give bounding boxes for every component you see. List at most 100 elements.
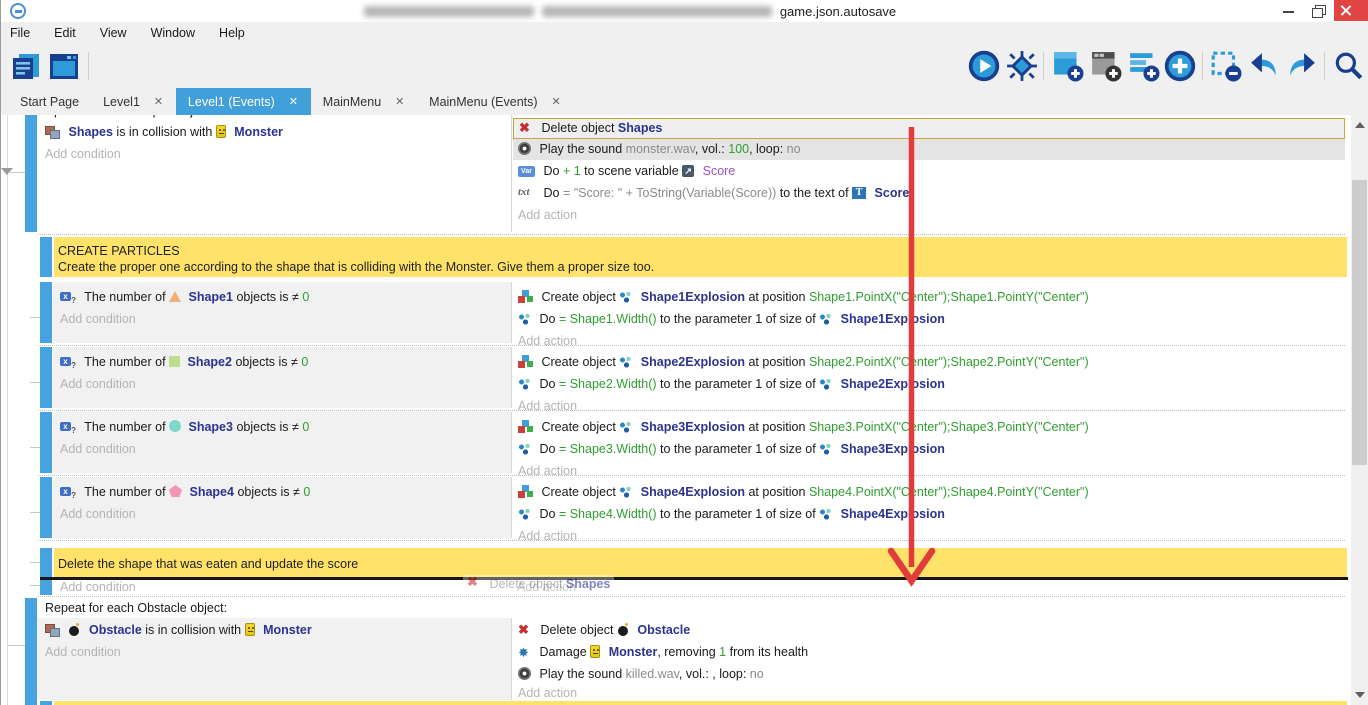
comment-event[interactable]: CREATE PARTICLES Create the proper one a… — [54, 237, 1347, 277]
tab-start-page[interactable]: Start Page — [8, 88, 91, 115]
remove-selection-icon[interactable] — [1210, 50, 1242, 82]
action-text: Create object — [541, 290, 619, 304]
action-row[interactable]: Do = Shape1.Width() to the parameter 1 o… — [518, 309, 945, 330]
tab-close-icon[interactable] — [395, 97, 405, 107]
object-name: Shape2Explosion — [641, 355, 745, 369]
close-button[interactable] — [1334, 0, 1368, 21]
add-event-icon[interactable] — [1052, 50, 1084, 82]
vertical-scrollbar[interactable] — [1351, 115, 1368, 705]
scroll-up-icon[interactable] — [1355, 122, 1365, 128]
event-repeat-obstacle-header[interactable]: Repeat for each Obstacle object: — [45, 599, 227, 617]
action-text: Delete object — [541, 121, 617, 135]
action-row[interactable]: Do = "Score: " + ToString(Variable(Score… — [518, 183, 909, 204]
play-icon[interactable] — [968, 50, 1000, 82]
action-row[interactable]: Create object Shape3Explosion at positio… — [518, 417, 1089, 438]
action-text: Delete object — [540, 623, 616, 637]
particles-icon — [819, 378, 832, 390]
tab-close-icon[interactable] — [289, 97, 299, 107]
add-condition-button[interactable]: Add condition — [60, 309, 136, 330]
column-divider — [511, 477, 512, 538]
add-subevent-icon[interactable] — [1090, 50, 1122, 82]
add-condition-button[interactable]: Add condition — [60, 439, 136, 460]
events-sheet: Repeat for each Shapes object: Shapes is… — [0, 115, 1368, 705]
shape3-icon — [169, 420, 181, 432]
start-page-icon[interactable] — [48, 50, 80, 82]
action-row[interactable]: Create object Shape1Explosion at positio… — [518, 287, 1089, 308]
action-row[interactable]: Do + 1 to scene variable Score — [518, 161, 735, 182]
tab-close-icon[interactable] — [154, 97, 164, 107]
menu-view[interactable]: View — [100, 26, 127, 40]
action-row[interactable]: Create object Shape2Explosion at positio… — [518, 352, 1089, 373]
undo-icon[interactable] — [1248, 50, 1280, 82]
comment-event[interactable]: Delete the shape that was eaten and upda… — [54, 548, 1347, 577]
gdevelop-window: game.json.autosave File Edit View Window… — [0, 0, 1368, 705]
action-row[interactable]: Do = Shape3.Width() to the parameter 1 o… — [518, 439, 945, 460]
scroll-down-icon[interactable] — [1355, 692, 1365, 698]
tab-level1-events[interactable]: Level1 (Events) — [176, 88, 311, 115]
tab-mainmenu-events[interactable]: MainMenu (Events) — [417, 88, 573, 115]
editor-tabs: Start Page Level1 Level1 (Events) MainMe… — [0, 88, 1368, 116]
menu-window[interactable]: Window — [151, 26, 195, 40]
action-row[interactable]: Damage Monster, removing 1 from its heal… — [518, 642, 808, 663]
action-row[interactable]: Delete object Obstacle — [518, 620, 690, 641]
restore-button[interactable] — [1304, 0, 1334, 21]
particles-icon — [518, 378, 531, 390]
condition-row[interactable]: Obstacle is in collision with Monster — [45, 620, 312, 641]
tab-label: Level1 (Events) — [188, 95, 275, 109]
create-object-icon — [518, 355, 533, 368]
tab-mainmenu[interactable]: MainMenu — [311, 88, 417, 115]
monster-icon — [245, 623, 255, 636]
comment-body: Delete the shape that was eaten and upda… — [58, 554, 358, 575]
action-row[interactable]: Do = Shape4.Width() to the parameter 1 o… — [518, 504, 945, 525]
menu-edit[interactable]: Edit — [54, 26, 76, 40]
sound-volume: 100 — [728, 142, 749, 156]
create-object-icon — [518, 485, 533, 498]
event-separator — [38, 234, 1345, 235]
condition-row[interactable]: The number of Shape3 objects is ≠ 0 — [60, 417, 309, 438]
condition-value: 0 — [302, 420, 309, 434]
add-action-button[interactable]: Add action — [518, 526, 577, 547]
add-action-button[interactable]: Add action — [518, 205, 577, 226]
condition-row[interactable]: The number of Shape2 objects is ≠ 0 — [60, 352, 308, 373]
add-condition-button[interactable]: Add condition — [45, 144, 121, 165]
menu-help[interactable]: Help — [219, 26, 245, 40]
comment-event-clipped[interactable] — [54, 701, 1347, 705]
action-row[interactable]: Create object Shape4Explosion at positio… — [518, 482, 1089, 503]
conditions-cell: The number of Shape4 objects is ≠ 0 Add … — [53, 477, 511, 538]
add-instruction-icon[interactable] — [1164, 50, 1196, 82]
action-text: Create object — [541, 355, 619, 369]
tab-close-icon[interactable] — [552, 97, 562, 107]
particles-icon — [518, 508, 531, 520]
condition-row[interactable]: Shapes is in collision with Monster — [45, 122, 283, 143]
action-row[interactable]: Play the sound killed.wav, vol.: , loop:… — [518, 664, 764, 685]
expression: Shape2.PointX("Center");Shape2.PointY("C… — [809, 355, 1089, 369]
add-comment-icon[interactable] — [1128, 50, 1160, 82]
redo-icon[interactable] — [1286, 50, 1318, 82]
condition-row[interactable]: The number of Shape1 objects is ≠ 0 — [60, 287, 309, 308]
expression: Shape4.PointX("Center");Shape4.PointY("C… — [809, 485, 1089, 499]
action-row[interactable]: Play the sound monster.wav, vol.: 100, l… — [513, 139, 1345, 160]
condition-row[interactable]: The number of Shape4 objects is ≠ 0 — [60, 482, 310, 503]
minimize-button[interactable] — [1274, 0, 1304, 21]
action-text: , vol.: — [679, 667, 712, 681]
project-manager-icon[interactable] — [10, 50, 42, 82]
add-condition-button[interactable]: Add condition — [45, 642, 121, 663]
scrollbar-thumb[interactable] — [1352, 180, 1367, 465]
sound-file: killed.wav — [626, 667, 679, 681]
search-icon[interactable] — [1332, 50, 1364, 82]
add-action-button[interactable]: Add action — [518, 684, 577, 702]
menu-file[interactable]: File — [10, 26, 30, 40]
selected-action-row[interactable]: Delete object Shapes — [513, 118, 1345, 139]
column-divider — [511, 412, 512, 473]
object-name: Monster — [234, 125, 283, 139]
variable-icon — [518, 166, 535, 177]
debugger-icon[interactable] — [1006, 50, 1038, 82]
add-condition-button[interactable]: Add condition — [60, 374, 136, 395]
expression: + 1 — [563, 164, 581, 178]
action-row[interactable]: Do = Shape2.Width() to the parameter 1 o… — [518, 374, 945, 395]
add-condition-button[interactable]: Add condition — [60, 578, 136, 596]
tab-level1[interactable]: Level1 — [91, 88, 176, 115]
action-text: , loop: — [712, 667, 750, 681]
event-separator — [38, 475, 1345, 476]
add-condition-button[interactable]: Add condition — [60, 504, 136, 525]
